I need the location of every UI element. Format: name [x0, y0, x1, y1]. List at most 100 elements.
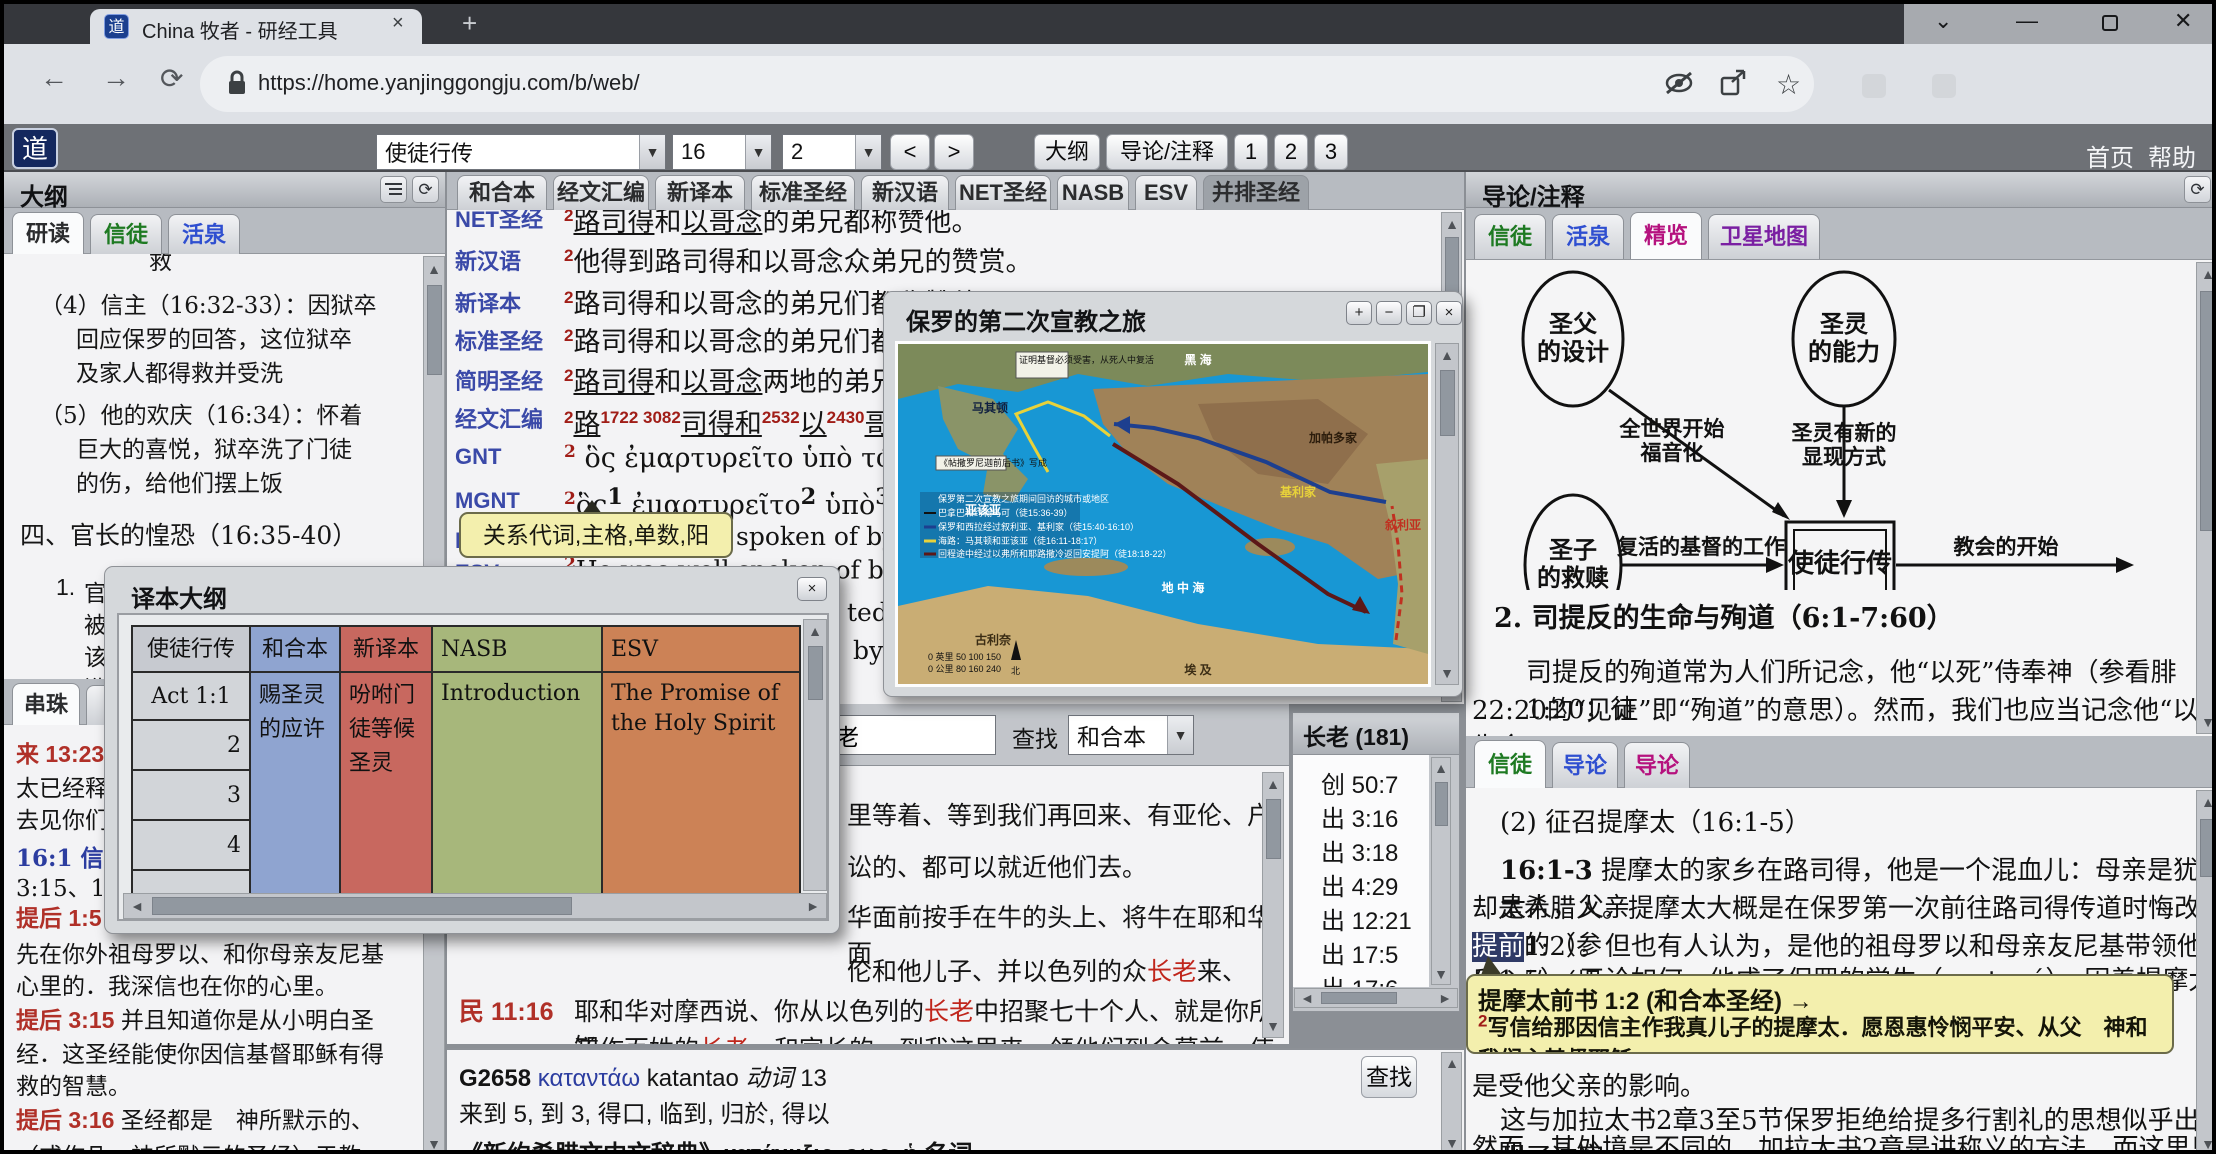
extension-icon[interactable] — [1932, 74, 1956, 98]
version-label: 标准圣经 — [455, 324, 543, 356]
table-cell[interactable]: Act 1:1 — [131, 671, 251, 721]
commentary-refresh-icon[interactable]: ⟳ — [2184, 176, 2211, 203]
map-zoom-out-button[interactable]: − — [1376, 301, 1402, 325]
list-item[interactable]: 出 12:21 — [1321, 901, 1412, 936]
layout-3-button[interactable]: 3 — [1314, 134, 1348, 170]
translation-outline-window[interactable]: 译本大纲 × 使徒行传 Act 1:1 2 3 4 5 和合本 赐圣灵 的应许 … — [104, 566, 840, 934]
lexicon-scrollbar[interactable]: ▲ ▼ — [1441, 1052, 1462, 1154]
tab-close-icon[interactable]: × — [392, 12, 404, 35]
tab-daolun-magenta[interactable]: 导论 — [1624, 742, 1690, 789]
search-version-select[interactable]: 和合本▼ — [1068, 715, 1194, 755]
list-item[interactable]: 出 4:29 — [1321, 867, 1398, 902]
lexicon-gloss: 来到 5, 到 3, 得口, 临到, 归於, 得以 — [459, 1094, 830, 1129]
chapter-select-value: 16 — [673, 139, 745, 165]
commentary-scrollbar[interactable]: ▲ ▼ — [2196, 262, 2216, 734]
table-cell[interactable]: 3 — [131, 769, 251, 821]
outline-refresh-icon[interactable]: ⟳ — [412, 176, 439, 203]
svg-text:复活的基督的工作: 复活的基督的工作 — [1616, 535, 1785, 559]
share-icon[interactable] — [1718, 68, 1748, 98]
crossref-ref[interactable]: 提后 3:16 — [16, 1107, 114, 1133]
result-line: 道作百姓的长老、和官长的、到我这里来、领他们到会幕前、使他 — [574, 1030, 1289, 1044]
list-item[interactable]: 出 3:16 — [1321, 799, 1398, 834]
outline-toggle-button[interactable]: 大纲 — [1034, 134, 1100, 170]
believer-line: 是受他父亲的影响。 — [1472, 1066, 1706, 1103]
tab-cuv[interactable]: 和合本 — [457, 175, 547, 210]
window-minimize-button[interactable]: — — [2016, 8, 2038, 34]
layout-2-button[interactable]: 2 — [1274, 134, 1308, 170]
believer-heading: (2) 征召提摩太（16:1-5） — [1500, 802, 1811, 839]
occurrences-list: 创 50:7 出 3:16 出 3:18 出 4:29 出 12:21 出 17… — [1293, 755, 1429, 987]
eye-off-icon[interactable] — [1664, 70, 1694, 96]
search-find-label[interactable]: 查找 — [1012, 720, 1058, 754]
map-scrollbar[interactable]: ▲ ▼ — [1435, 343, 1459, 685]
prev-verse-button[interactable]: < — [890, 134, 930, 170]
site-favicon-icon: 道 — [104, 14, 129, 39]
tab-cnv[interactable]: 新译本 — [655, 175, 745, 210]
list-item[interactable]: 出 17:6 — [1321, 969, 1398, 987]
list-item[interactable]: 创 50:7 — [1321, 765, 1398, 800]
layout-1-button[interactable]: 1 — [1234, 134, 1268, 170]
window-menu-chevron-icon[interactable]: ⌄ — [1934, 8, 1952, 34]
search-scrollbar[interactable]: ▲ ▼ — [1262, 772, 1284, 1038]
crossref-ref[interactable]: 来 13:23 — [16, 735, 104, 769]
map-zoom-in-button[interactable]: + — [1346, 301, 1372, 325]
tab-huoquan[interactable]: 活泉 — [168, 214, 240, 255]
window-restore-button[interactable] — [2102, 15, 2118, 31]
tab-net[interactable]: NET圣经 — [955, 175, 1051, 210]
map-window[interactable]: 保罗的第二次宣教之旅 + − ❐ × — [883, 291, 1463, 697]
occurrences-hscrollbar[interactable]: ◄ ► — [1294, 988, 1458, 1008]
translation-outline-hscrollbar[interactable]: ◄ ► — [123, 893, 827, 919]
forward-button[interactable]: → — [102, 62, 130, 94]
crossref-ref[interactable]: 提后 3:15 — [16, 1007, 114, 1033]
tab-parallel[interactable]: 并排圣经 — [1203, 175, 1309, 210]
tab-jinglan[interactable]: 精览 — [1630, 212, 1702, 259]
tab-xintu[interactable]: 信徒 — [90, 214, 162, 255]
crossref-ref[interactable]: 提后 1:5 — [16, 899, 102, 933]
believer-scrollbar[interactable]: ▲ ▼ — [2196, 790, 2216, 1154]
app-logo[interactable]: 道 — [12, 128, 58, 169]
translation-outline-close-button[interactable]: × — [797, 577, 827, 601]
tab-daolun-blue[interactable]: 导论 — [1552, 742, 1618, 789]
translation-outline-vscrollbar[interactable]: ▲ — [803, 619, 827, 891]
tab-xintu-2[interactable]: 信徒 — [1474, 214, 1546, 259]
map-close-button[interactable]: × — [1436, 301, 1462, 325]
tab-yandu[interactable]: 研读 — [12, 212, 84, 255]
new-tab-button[interactable]: + — [462, 8, 477, 39]
lexicon-find-button[interactable]: 查找 — [1361, 1056, 1417, 1098]
table-cell[interactable]: 4 — [131, 819, 251, 871]
book-select-value: 使徒行传 — [377, 136, 639, 168]
tab-esv[interactable]: ESV — [1135, 175, 1197, 210]
list-item[interactable]: 出 17:5 — [1321, 935, 1398, 970]
window-close-button[interactable]: ✕ — [2174, 8, 2192, 34]
tab-huoquan-2[interactable]: 活泉 — [1552, 214, 1624, 259]
list-item[interactable]: 出 3:18 — [1321, 833, 1398, 868]
map-restore-button[interactable]: ❐ — [1406, 301, 1432, 325]
back-button[interactable]: ← — [40, 62, 68, 94]
table-cell[interactable]: 2 — [131, 719, 251, 771]
table-header: ESV — [601, 625, 801, 673]
reload-button[interactable]: ⟳ — [160, 62, 183, 95]
tab-csb[interactable]: 标准圣经 — [751, 175, 855, 210]
tab-satellite-map[interactable]: 卫星地图 — [1708, 214, 1820, 259]
url-text: https://home.yanjinggongju.com/b/web/ — [258, 70, 640, 96]
extension-icon[interactable] — [1862, 74, 1886, 98]
bookmark-star-icon[interactable]: ☆ — [1776, 68, 1801, 101]
home-link[interactable]: 首页 — [2086, 138, 2134, 173]
acts-diagram: 圣父 的设计 圣灵 的能力 圣子 的救赎 使徒行传 全世界开始 福音化 圣灵有新… — [1466, 260, 2196, 590]
svg-text:巴拿巴和约翰马可（徒15:36-39）: 巴拿巴和约翰马可（徒15:36-39） — [938, 507, 1073, 518]
help-link[interactable]: 帮助 — [2148, 138, 2196, 173]
table-header: 和合本 — [249, 625, 341, 673]
verse-select[interactable]: 2▼ — [782, 134, 882, 170]
tab-xintu-3[interactable]: 信徒 — [1474, 740, 1546, 789]
tab-cnvs[interactable]: 新汉语 — [861, 175, 949, 210]
book-select[interactable]: 使徒行传▼ — [376, 134, 666, 170]
next-verse-button[interactable]: > — [934, 134, 974, 170]
outline-list-icon[interactable] — [380, 176, 407, 203]
result-ref[interactable]: 民 11:16 — [459, 992, 554, 1028]
chapter-select[interactable]: 16▼ — [672, 134, 772, 170]
tab-chuanzhu[interactable]: 串珠 — [12, 683, 80, 726]
occurrences-vscrollbar[interactable]: ▲ ▼ — [1431, 757, 1451, 985]
tab-nasb[interactable]: NASB — [1057, 175, 1129, 210]
commentary-toggle-button[interactable]: 导论/注释 — [1106, 134, 1228, 170]
tab-concordance[interactable]: 经文汇编 — [553, 175, 649, 210]
